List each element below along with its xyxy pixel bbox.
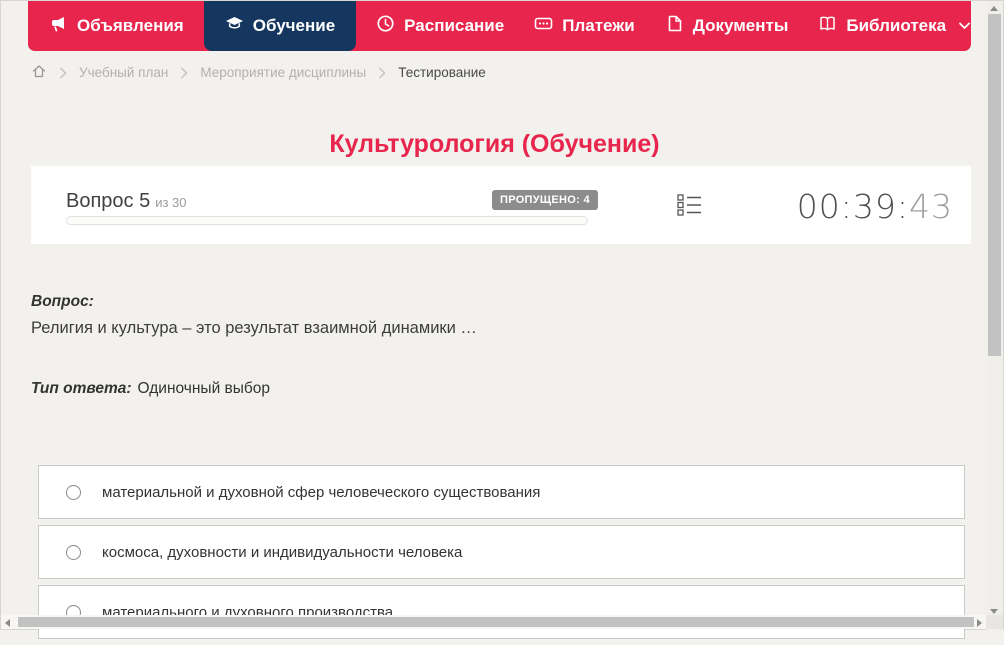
nav-item-label: Платежи bbox=[562, 16, 635, 35]
timer-main: 00:39: bbox=[796, 187, 909, 226]
chevron-down-icon bbox=[959, 22, 970, 30]
book-icon bbox=[818, 14, 837, 38]
answer-option-1[interactable]: материальной и духовной сфер человеческо… bbox=[38, 465, 965, 519]
answer-option-2[interactable]: космоса, духовности и индивидуальности ч… bbox=[38, 525, 965, 579]
scroll-up-arrow-icon[interactable] bbox=[990, 6, 998, 11]
vertical-scrollbar-thumb[interactable] bbox=[988, 14, 1001, 356]
answer-type: Тип ответа: Одиночный выбор bbox=[31, 380, 270, 398]
nav-item-library[interactable]: Библиотека bbox=[803, 1, 985, 51]
nav-item-label: Документы bbox=[692, 16, 789, 35]
chevron-right-icon bbox=[59, 66, 67, 79]
page-title: Культурология (Обучение) bbox=[329, 129, 660, 158]
scrollbar-corner bbox=[986, 615, 1003, 629]
nav-item-learning[interactable]: Обучение bbox=[203, 1, 357, 51]
breadcrumb: Учебный план Мероприятие дисциплины Тест… bbox=[31, 63, 486, 82]
breadcrumb-item-testing: Тестирование bbox=[398, 65, 486, 80]
nav-item-payments[interactable]: Платежи bbox=[519, 1, 650, 51]
question-text: Религия и культура – это результат взаим… bbox=[31, 319, 477, 337]
nav-item-label: Обучение bbox=[252, 16, 336, 35]
timer-seconds: 43 bbox=[909, 187, 953, 226]
nav-item-schedule[interactable]: Расписание bbox=[361, 1, 519, 51]
answer-option-label: космоса, духовности и индивидуальности ч… bbox=[102, 543, 463, 561]
scroll-down-arrow-icon[interactable] bbox=[990, 609, 998, 614]
nav-item-documents[interactable]: Документы bbox=[650, 1, 804, 51]
vertical-scrollbar[interactable] bbox=[986, 1, 1003, 631]
question-label: Вопрос: bbox=[31, 293, 94, 310]
graduation-cap-icon bbox=[225, 14, 244, 38]
nav-item-label: Объявления bbox=[77, 16, 184, 35]
progress-bar bbox=[66, 216, 588, 225]
clock-icon bbox=[376, 14, 395, 38]
chevron-right-icon bbox=[378, 66, 386, 79]
nav-item-label: Библиотека bbox=[846, 16, 947, 35]
nav-item-announcements[interactable]: Объявления bbox=[34, 1, 199, 51]
nav-item-label: Расписание bbox=[404, 16, 505, 35]
scroll-left-arrow-icon[interactable] bbox=[5, 618, 10, 627]
scroll-right-arrow-icon[interactable] bbox=[977, 618, 982, 627]
checklist-icon bbox=[676, 192, 703, 223]
main-nav: Объявления Обучение Расписание Платежи Д… bbox=[28, 1, 971, 51]
question-of-total: из 30 bbox=[155, 195, 187, 210]
radio-button[interactable] bbox=[66, 544, 81, 560]
skipped-badge: ПРОПУЩЕНО: 4 bbox=[492, 190, 598, 210]
answer-type-value: Одиночный выбор bbox=[137, 380, 271, 397]
breadcrumb-item-discipline-event[interactable]: Мероприятие дисциплины bbox=[200, 65, 366, 80]
megaphone-icon bbox=[49, 14, 68, 38]
radio-button[interactable] bbox=[66, 484, 81, 500]
question-progress-card: Вопрос 5 из 30 ПРОПУЩЕНО: 4 00:39:43 bbox=[31, 166, 971, 244]
horizontal-scrollbar-thumb[interactable] bbox=[18, 617, 974, 627]
chevron-right-icon bbox=[180, 66, 188, 79]
horizontal-scrollbar[interactable] bbox=[1, 615, 988, 629]
question-number-label: Вопрос 5 bbox=[66, 190, 151, 212]
answer-option-label: материальной и духовной сфер человеческо… bbox=[102, 483, 541, 501]
question-list-button[interactable] bbox=[675, 193, 703, 221]
home-icon[interactable] bbox=[31, 63, 47, 82]
countdown-timer: 00:39:43 bbox=[797, 187, 953, 226]
answer-type-label: Тип ответа: bbox=[31, 380, 132, 397]
document-icon bbox=[665, 14, 684, 38]
banknote-icon bbox=[534, 14, 553, 38]
answer-option-3[interactable]: материального и духовного производства bbox=[38, 585, 965, 639]
question-number: Вопрос 5 из 30 bbox=[66, 190, 187, 213]
breadcrumb-item-study-plan[interactable]: Учебный план bbox=[79, 65, 168, 80]
